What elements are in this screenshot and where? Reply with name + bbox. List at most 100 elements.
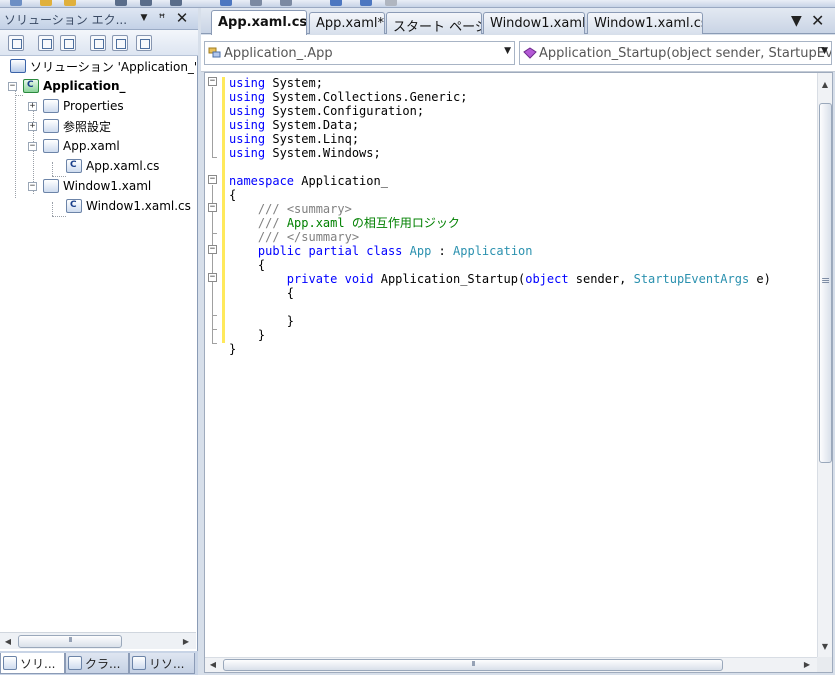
tree-item-app-xaml-cs[interactable]: App.xaml.cs (66, 156, 159, 176)
toolbar-icon[interactable] (220, 0, 232, 6)
tree-item-window1-xaml-cs[interactable]: Window1.xaml.cs (66, 196, 191, 216)
scroll-thumb[interactable] (18, 635, 122, 648)
code-line[interactable]: { (229, 286, 809, 300)
scroll-thumb[interactable] (819, 103, 832, 463)
properties-folder-icon (43, 99, 59, 113)
tree-item-app-xaml[interactable]: − App.xaml (28, 136, 120, 156)
code-line[interactable]: } (229, 314, 809, 328)
toolbar-icon[interactable] (280, 0, 292, 6)
code-token: <summary> (286, 202, 352, 216)
toolbar-icon[interactable] (115, 0, 127, 6)
triangle-down-icon[interactable]: ▼ (136, 10, 152, 26)
collapse-region-icon[interactable]: − (208, 245, 217, 254)
code-line[interactable]: using System.Linq; (229, 132, 809, 146)
tab-window1-xaml-cs[interactable]: Window1.xaml.cs (587, 12, 703, 34)
collapse-icon[interactable]: − (8, 81, 17, 91)
code-line[interactable] (229, 300, 809, 314)
code-token: StartupEventArgs (633, 272, 750, 286)
code-line[interactable]: private void Application_Startup(object … (229, 272, 809, 286)
tab-start-page[interactable]: スタート ページ (386, 12, 482, 34)
type-selector-dropdown[interactable]: Application_.App ▼ (204, 41, 515, 65)
scroll-right-icon[interactable]: ▶ (180, 636, 192, 647)
code-line[interactable]: public partial class App : Application (229, 244, 809, 258)
scroll-left-icon[interactable]: ◀ (207, 659, 219, 670)
tab-class-view[interactable]: クラ... (65, 653, 129, 674)
toolbar-icon[interactable] (250, 0, 262, 6)
code-text[interactable]: using System; using System.Collections.Ge… (229, 76, 809, 356)
scroll-up-icon[interactable]: ▲ (819, 79, 831, 90)
view-code-icon[interactable] (90, 35, 106, 51)
view-designer-icon[interactable] (112, 35, 128, 51)
code-line[interactable]: using System; (229, 76, 809, 90)
editor-horizontal-scrollbar[interactable]: ◀ ▶ (205, 657, 817, 672)
refresh-icon[interactable] (60, 35, 76, 51)
toolbar-icon[interactable] (40, 0, 52, 6)
tab-solution-explorer[interactable]: ソリ... (0, 653, 65, 674)
close-icon[interactable]: ✕ (174, 10, 190, 26)
code-line[interactable]: /// App.xaml の相互作用ロジック (229, 216, 809, 230)
code-line[interactable]: { (229, 258, 809, 272)
tab-window1-xaml[interactable]: Window1.xaml (483, 12, 585, 34)
tab-app-xaml[interactable]: App.xaml* (309, 12, 385, 34)
toolbar-icon[interactable] (64, 0, 76, 6)
scroll-right-icon[interactable]: ▶ (801, 659, 813, 670)
triangle-down-icon[interactable]: ▼ (791, 13, 802, 29)
code-line[interactable]: /// </summary> (229, 230, 809, 244)
collapse-region-icon[interactable]: − (208, 203, 217, 212)
pin-icon[interactable]: ꟸ (154, 10, 170, 26)
tree-item-window1-xaml[interactable]: − Window1.xaml (28, 176, 151, 196)
type-selector-value: Application_.App (224, 45, 333, 61)
properties-icon[interactable] (8, 35, 24, 51)
triangle-down-icon[interactable]: ▼ (821, 46, 828, 56)
collapse-icon[interactable]: − (28, 181, 37, 191)
tree-item-properties[interactable]: + Properties (28, 96, 124, 116)
tree-item-project[interactable]: − Application_ (8, 76, 126, 96)
change-margin (222, 77, 225, 343)
code-token: } (229, 314, 295, 328)
member-selector-dropdown[interactable]: Application_Startup(object sender, Start… (519, 41, 832, 65)
toolbar-icon[interactable] (170, 0, 182, 6)
code-token: sender, (568, 272, 634, 286)
code-line[interactable]: using System.Configuration; (229, 104, 809, 118)
code-line[interactable]: } (229, 342, 809, 356)
tree-item-references[interactable]: + 参照設定 (28, 116, 111, 136)
editor-vertical-scrollbar[interactable]: ▲ ▼ (817, 73, 832, 657)
code-line[interactable]: namespace Application_ (229, 174, 809, 188)
collapse-icon[interactable]: − (28, 141, 37, 151)
tab-app-xaml-cs[interactable]: App.xaml.cs* (211, 10, 307, 35)
toolbar-icon[interactable] (330, 0, 342, 6)
scroll-thumb[interactable] (223, 659, 723, 671)
code-line[interactable]: using System.Windows; (229, 146, 809, 160)
triangle-down-icon[interactable]: ▼ (504, 46, 511, 56)
tab-resource-view[interactable]: リソ... (129, 653, 195, 674)
code-line[interactable]: /// <summary> (229, 202, 809, 216)
close-icon[interactable]: ✕ (811, 11, 824, 30)
scroll-down-icon[interactable]: ▼ (819, 641, 831, 652)
class-icon (208, 47, 222, 59)
code-line[interactable]: using System.Collections.Generic; (229, 90, 809, 104)
collapse-region-icon[interactable]: − (208, 273, 217, 282)
code-line[interactable]: using System.Data; (229, 118, 809, 132)
tree-item-solution[interactable]: ソリューション 'Application_' (10, 56, 196, 76)
scroll-left-icon[interactable]: ◀ (2, 636, 14, 647)
show-all-files-icon[interactable] (38, 35, 54, 51)
toolbar-icon[interactable] (385, 0, 397, 6)
solution-horizontal-scrollbar[interactable]: ◀ ▶ (0, 632, 196, 649)
toolbar-icon[interactable] (10, 0, 22, 6)
code-line[interactable]: } (229, 328, 809, 342)
expand-icon[interactable]: + (28, 121, 37, 131)
code-token: Application_ (294, 174, 388, 188)
code-line[interactable]: { (229, 188, 809, 202)
tab-label: ソリ... (20, 656, 56, 671)
solution-explorer-panel: ソリューション エク... ▼ ꟸ ✕ ソリューション 'Application… (0, 8, 198, 675)
code-line[interactable] (229, 160, 809, 174)
collapse-region-icon[interactable]: − (208, 175, 217, 184)
toolbar-icon[interactable] (360, 0, 372, 6)
solution-explorer-toolbar (0, 30, 198, 56)
collapse-region-icon[interactable]: − (208, 77, 217, 86)
code-editor[interactable]: − − − − − using System; using System.Coll… (204, 72, 833, 673)
toolbar-icon[interactable] (140, 0, 152, 6)
class-diagram-icon[interactable] (136, 35, 152, 51)
expand-icon[interactable]: + (28, 101, 37, 111)
